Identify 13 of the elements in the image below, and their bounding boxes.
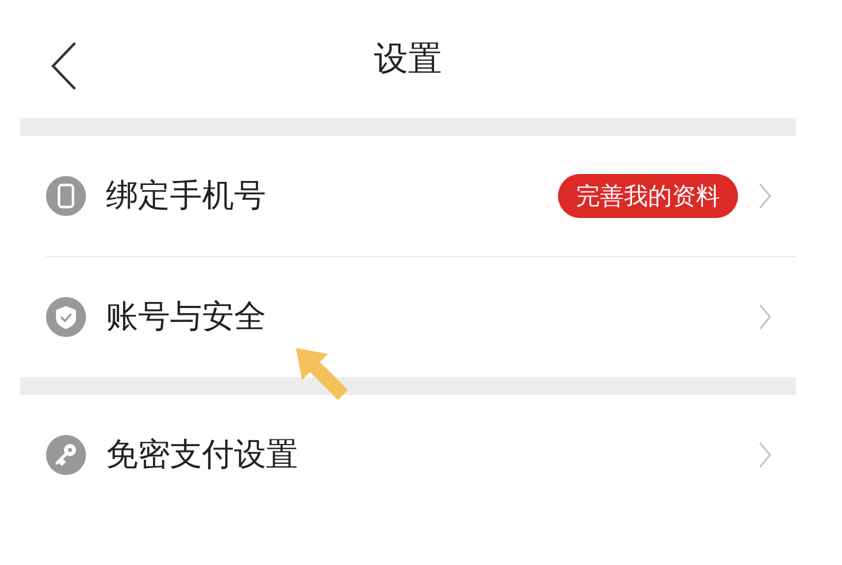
profile-badge[interactable]: 完善我的资料 xyxy=(558,174,738,218)
chevron-right-icon xyxy=(758,182,772,210)
settings-row[interactable]: 免密支付设置 xyxy=(20,395,796,515)
chevron-right-icon xyxy=(758,303,772,331)
shield-icon xyxy=(46,297,86,337)
key-icon xyxy=(46,435,86,475)
row-label: 绑定手机号 xyxy=(106,175,267,216)
chevron-right-icon xyxy=(758,441,772,469)
phone-icon xyxy=(46,176,86,216)
page-title: 设置 xyxy=(374,38,442,81)
row-label: 账号与安全 xyxy=(106,296,267,337)
settings-row[interactable]: 绑定手机号 完善我的资料 xyxy=(20,136,796,256)
row-label: 免密支付设置 xyxy=(106,434,299,475)
